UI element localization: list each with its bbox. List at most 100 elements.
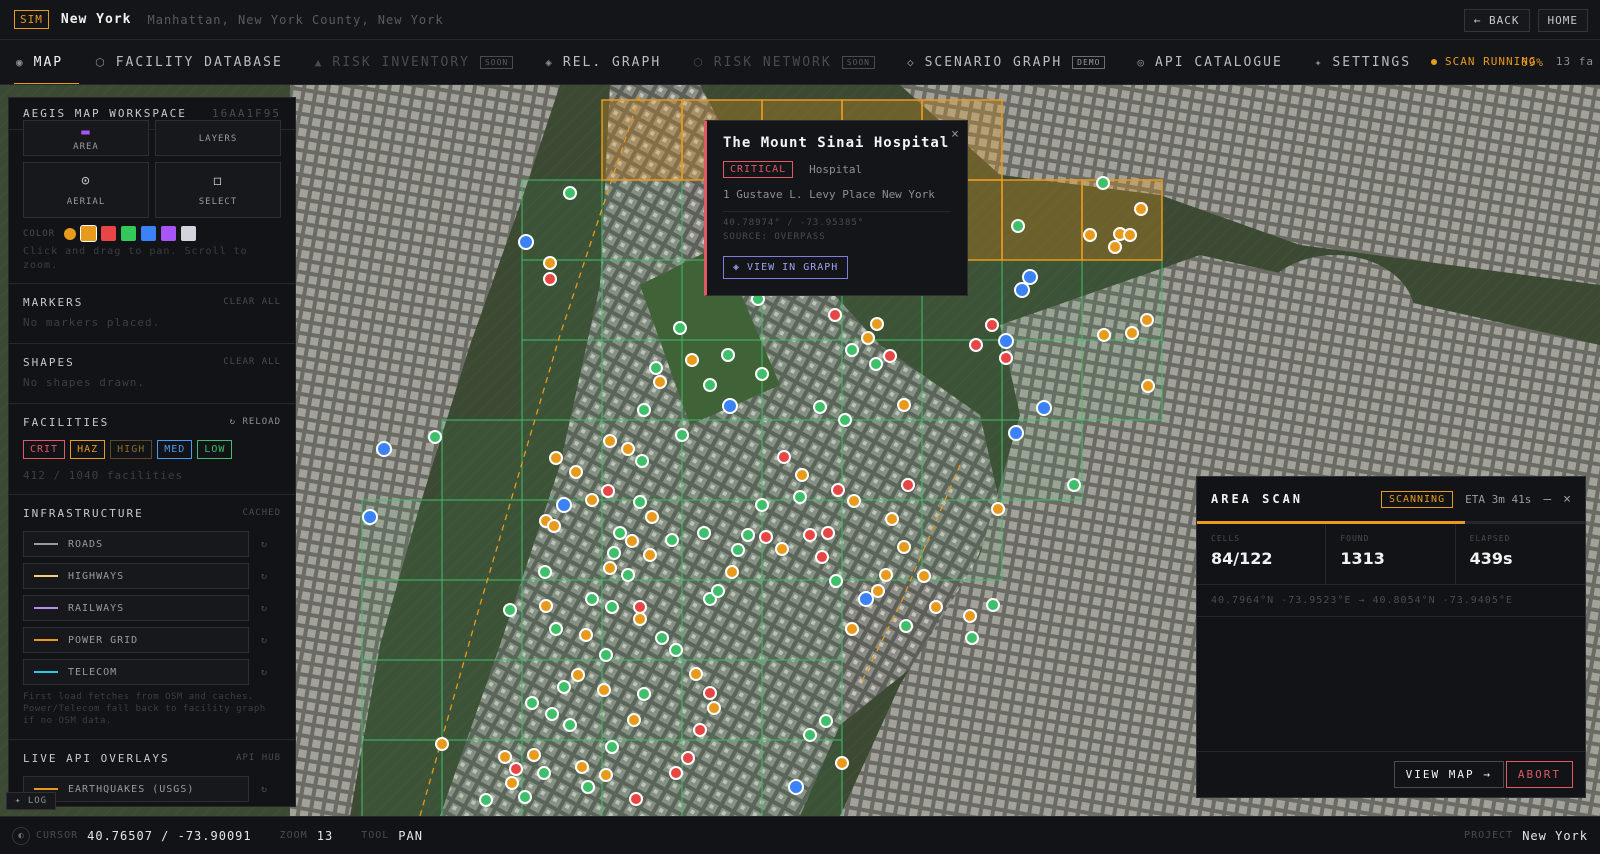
facility-marker[interactable] bbox=[673, 321, 687, 335]
facility-marker[interactable] bbox=[847, 494, 861, 508]
facility-marker[interactable] bbox=[885, 512, 899, 526]
filter-haz[interactable]: HAZ bbox=[70, 440, 106, 459]
view-map-button[interactable]: VIEW MAP → bbox=[1393, 761, 1504, 788]
facility-marker[interactable] bbox=[547, 519, 561, 533]
facility-marker[interactable] bbox=[1014, 282, 1030, 298]
facility-marker[interactable] bbox=[597, 683, 611, 697]
facility-marker[interactable] bbox=[1123, 228, 1137, 242]
api-hub-link[interactable]: API HUB bbox=[236, 753, 281, 763]
facility-marker[interactable] bbox=[871, 584, 885, 598]
facility-marker[interactable] bbox=[1141, 379, 1155, 393]
facility-marker[interactable] bbox=[1022, 269, 1038, 285]
facility-marker[interactable] bbox=[815, 550, 829, 564]
facility-marker[interactable] bbox=[803, 728, 817, 742]
facility-marker[interactable] bbox=[645, 510, 659, 524]
facility-marker[interactable] bbox=[633, 612, 647, 626]
facility-marker[interactable] bbox=[509, 762, 523, 776]
infra-highways[interactable]: HIGHWAYS ↻ bbox=[23, 563, 281, 589]
facility-marker[interactable] bbox=[821, 526, 835, 540]
facility-marker[interactable] bbox=[603, 434, 617, 448]
facility-marker[interactable] bbox=[633, 495, 647, 509]
facility-marker[interactable] bbox=[999, 351, 1013, 365]
facility-marker[interactable] bbox=[869, 357, 883, 371]
facility-marker[interactable] bbox=[635, 454, 649, 468]
facility-marker[interactable] bbox=[362, 509, 378, 525]
close-icon[interactable]: × bbox=[1563, 492, 1571, 507]
facility-marker[interactable] bbox=[845, 343, 859, 357]
clear-shapes-button[interactable]: CLEAR ALL bbox=[223, 357, 281, 367]
reload-icon[interactable]: ↻ bbox=[261, 603, 267, 614]
facility-marker[interactable] bbox=[571, 668, 585, 682]
facility-marker[interactable] bbox=[556, 497, 572, 513]
facility-marker[interactable] bbox=[897, 398, 911, 412]
facility-marker[interactable] bbox=[829, 574, 843, 588]
reload-icon[interactable]: ↻ bbox=[261, 571, 267, 582]
facility-marker[interactable] bbox=[665, 533, 679, 547]
facility-marker[interactable] bbox=[775, 542, 789, 556]
facility-marker[interactable] bbox=[793, 490, 807, 504]
facility-marker[interactable] bbox=[1140, 313, 1154, 327]
facility-marker[interactable] bbox=[998, 333, 1014, 349]
facility-marker[interactable] bbox=[879, 568, 893, 582]
color-swatch-red[interactable] bbox=[101, 226, 117, 241]
facility-marker[interactable] bbox=[549, 622, 563, 636]
facility-marker[interactable] bbox=[518, 790, 532, 804]
filter-low[interactable]: LOW bbox=[197, 440, 233, 459]
clear-markers-button[interactable]: CLEAR ALL bbox=[223, 297, 281, 307]
facility-marker[interactable] bbox=[579, 628, 593, 642]
facility-marker[interactable] bbox=[601, 484, 615, 498]
facility-marker[interactable] bbox=[603, 561, 617, 575]
facility-marker[interactable] bbox=[563, 718, 577, 732]
facility-marker[interactable] bbox=[643, 548, 657, 562]
facility-marker[interactable] bbox=[1125, 326, 1139, 340]
facility-marker[interactable] bbox=[543, 272, 557, 286]
back-button[interactable]: ← BACK bbox=[1463, 9, 1530, 32]
facility-marker[interactable] bbox=[845, 622, 859, 636]
facility-marker[interactable] bbox=[755, 367, 769, 381]
color-swatch-purple[interactable] bbox=[161, 226, 177, 241]
facility-marker[interactable] bbox=[755, 498, 769, 512]
facility-marker[interactable] bbox=[428, 430, 442, 444]
facility-marker[interactable] bbox=[711, 584, 725, 598]
facility-marker[interactable] bbox=[722, 398, 738, 414]
facility-marker[interactable] bbox=[1097, 328, 1111, 342]
facility-marker[interactable] bbox=[575, 760, 589, 774]
facility-marker[interactable] bbox=[681, 751, 695, 765]
facility-marker[interactable] bbox=[1011, 219, 1025, 233]
facility-marker[interactable] bbox=[605, 740, 619, 754]
facility-marker[interactable] bbox=[498, 750, 512, 764]
facility-marker[interactable] bbox=[629, 792, 643, 806]
facility-marker[interactable] bbox=[831, 483, 845, 497]
facility-marker[interactable] bbox=[621, 442, 635, 456]
facility-marker[interactable] bbox=[585, 592, 599, 606]
facility-marker[interactable] bbox=[527, 748, 541, 762]
facility-marker[interactable] bbox=[655, 631, 669, 645]
facility-marker[interactable] bbox=[858, 591, 874, 607]
facility-marker[interactable] bbox=[838, 413, 852, 427]
abort-button[interactable]: ABORT bbox=[1505, 761, 1573, 788]
tab-api-catalogue[interactable]: ◎ API CATALOGUE bbox=[1121, 40, 1298, 84]
facility-marker[interactable] bbox=[538, 565, 552, 579]
facility-marker[interactable] bbox=[669, 643, 683, 657]
facility-marker[interactable] bbox=[479, 793, 493, 807]
facility-marker[interactable] bbox=[613, 526, 627, 540]
facility-marker[interactable] bbox=[557, 680, 571, 694]
facility-marker[interactable] bbox=[969, 338, 983, 352]
tab-settings[interactable]: ✦ SETTINGS bbox=[1299, 40, 1427, 84]
infra-roads[interactable]: ROADS ↻ bbox=[23, 531, 281, 557]
facility-marker[interactable] bbox=[870, 317, 884, 331]
facility-marker[interactable] bbox=[803, 528, 817, 542]
facility-marker[interactable] bbox=[653, 375, 667, 389]
facility-marker[interactable] bbox=[901, 478, 915, 492]
facility-marker[interactable] bbox=[621, 568, 635, 582]
layers-tool-button[interactable]: LAYERS bbox=[155, 120, 281, 156]
facility-marker[interactable] bbox=[917, 569, 931, 583]
facility-marker[interactable] bbox=[685, 353, 699, 367]
view-in-graph-button[interactable]: ◈ VIEW IN GRAPH bbox=[723, 256, 849, 279]
tab-risk-inventory[interactable]: ▲ RISK INVENTORY SOON bbox=[299, 40, 529, 84]
tab-risk-network[interactable]: ⬡ RISK NETWORK SOON bbox=[677, 40, 891, 84]
facility-marker[interactable] bbox=[703, 378, 717, 392]
scan-running-indicator[interactable]: SCAN RUNNING 69% 13 fa bbox=[1431, 55, 1594, 69]
facility-marker[interactable] bbox=[376, 441, 392, 457]
facility-marker[interactable] bbox=[637, 403, 651, 417]
